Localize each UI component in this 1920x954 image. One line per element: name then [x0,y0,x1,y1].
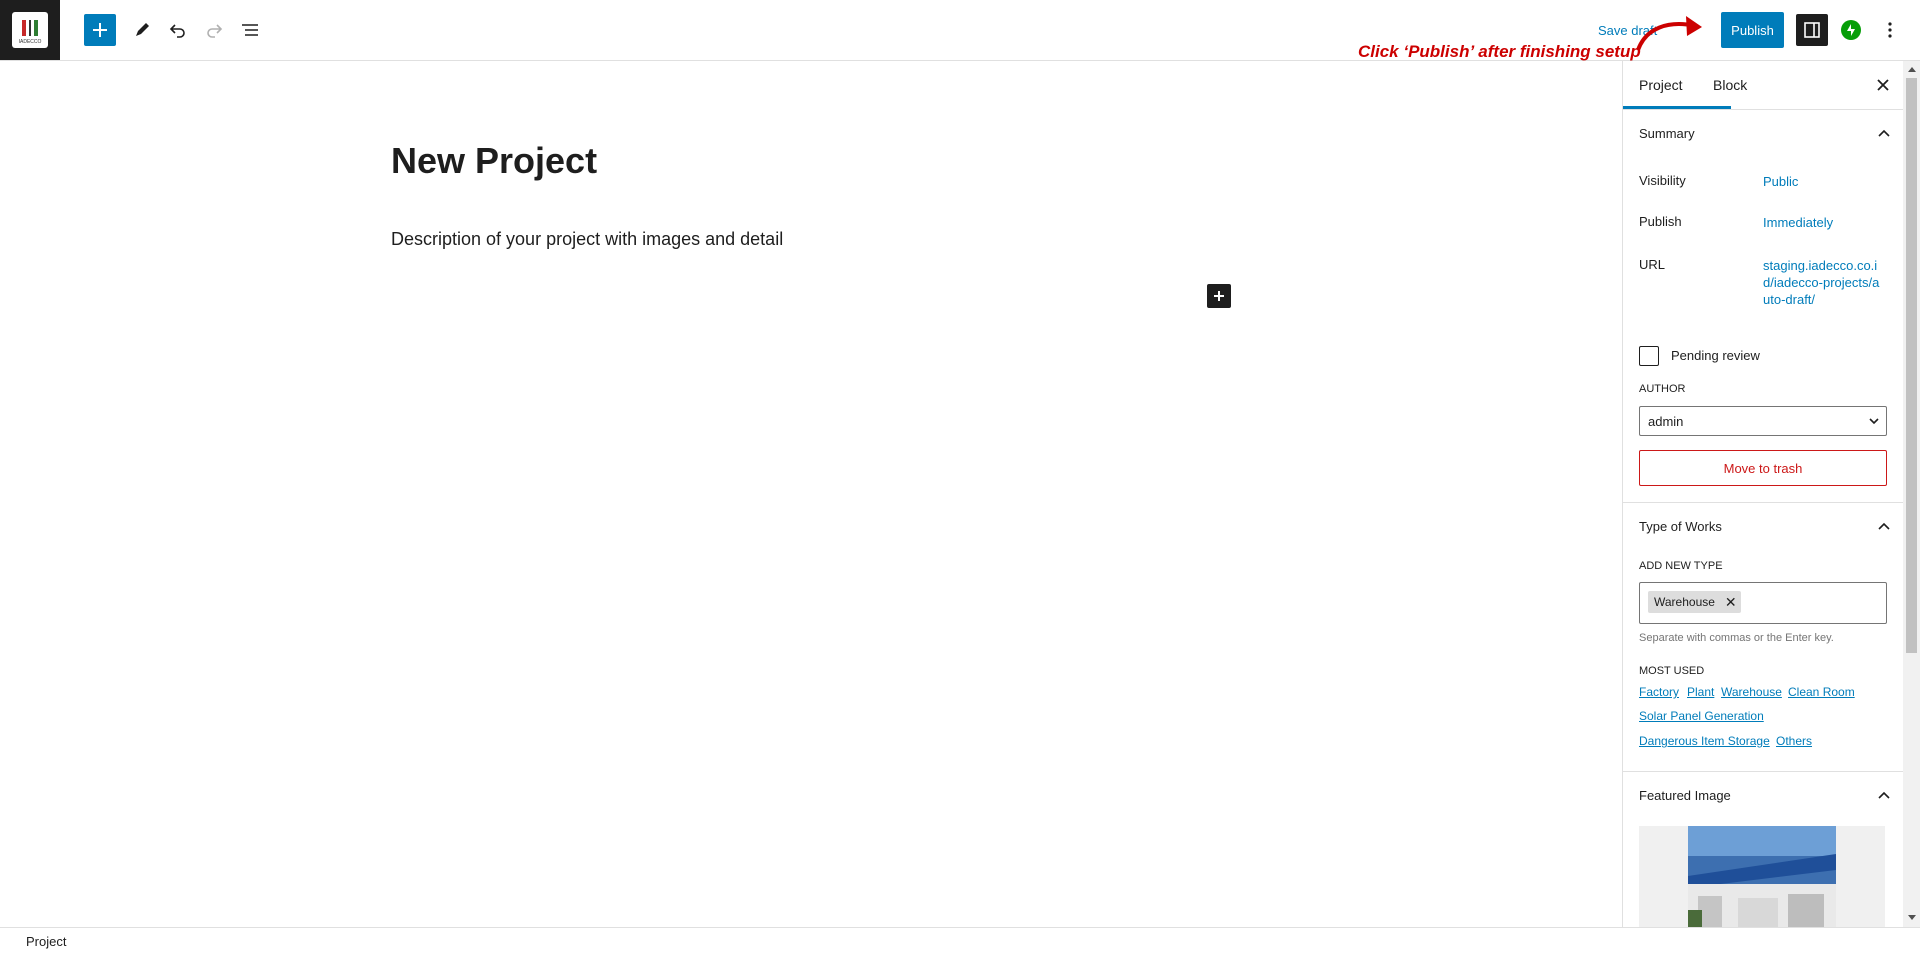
close-icon [1877,79,1889,91]
pending-review-checkbox[interactable] [1639,346,1659,366]
chevron-up-icon [1878,129,1890,137]
site-logo: IADECCO [12,12,48,48]
move-to-trash-button[interactable]: Move to trash [1639,450,1887,486]
chevron-down-icon [1869,418,1879,425]
panel-title: Summary [1639,126,1695,141]
remove-tag-icon[interactable]: ✕ [1725,594,1737,611]
paragraph-block[interactable]: Description of your project with images … [391,229,783,250]
jetpack-icon [1847,24,1855,36]
block-inserter-button[interactable] [1207,284,1231,308]
tag-help-text: Separate with commas or the Enter key. [1639,632,1834,644]
author-value: admin [1648,413,1684,429]
sidebar-toggle-icon [1804,22,1820,38]
type-of-works-panel-header[interactable]: Type of Works [1623,503,1903,551]
scroll-thumb[interactable] [1906,78,1917,653]
options-menu-button[interactable] [1878,14,1902,46]
plus-icon [93,23,107,37]
annotation-arrow [1636,16,1702,51]
publish-date-label: Publish [1639,214,1682,229]
type-tag-input[interactable]: Warehouse ✕ [1639,582,1887,624]
most-used-label: MOST USED [1639,665,1705,677]
scroll-up-arrow[interactable] [1908,67,1916,72]
most-used-term-clean-room[interactable]: Clean Room [1788,685,1855,699]
featured-image-button[interactable] [1639,826,1885,927]
redo-button[interactable] [198,14,230,46]
author-select[interactable]: admin [1639,406,1887,436]
pencil-icon [136,23,149,36]
active-tab-indicator [1623,106,1731,109]
editor-header: IADECCO Save draft Click ‘Publish’ after… [0,0,1920,61]
annotation-text: Click ‘Publish’ after finishing setup [1358,42,1641,61]
most-used-term-warehouse[interactable]: Warehouse [1721,685,1782,699]
undo-button[interactable] [162,14,194,46]
tools-button[interactable] [126,14,158,46]
tag-chip-label: Warehouse [1654,595,1715,609]
more-vertical-icon [1888,22,1892,38]
tab-block[interactable]: Block [1713,77,1747,93]
list-view-icon [242,24,258,36]
pending-review-label[interactable]: Pending review [1671,348,1760,363]
settings-sidebar: Project Block Summary Visibility Public … [1622,61,1903,927]
chevron-up-icon [1878,791,1890,799]
author-label: AUTHOR [1639,383,1686,395]
tag-chip: Warehouse ✕ [1648,591,1741,613]
most-used-term-solar-panel[interactable]: Solar Panel Generation [1639,709,1764,723]
tab-project[interactable]: Project [1639,77,1683,93]
url-label: URL [1639,257,1666,272]
publish-date-toggle[interactable]: Immediately [1763,214,1881,231]
url-link[interactable]: staging.iadecco.co.id/iadecco-projects/a… [1763,257,1881,308]
add-block-button[interactable] [84,14,116,46]
summary-panel-header[interactable]: Summary [1623,110,1903,158]
block-breadcrumb-bar: Project [0,927,1920,954]
most-used-term-plant[interactable]: Plant [1687,685,1714,699]
post-title[interactable]: New Project [391,140,597,182]
redo-icon [207,24,223,38]
site-logo-button[interactable]: IADECCO [0,0,60,60]
most-used-term-dangerous-storage[interactable]: Dangerous Item Storage [1639,734,1770,748]
scroll-down-arrow[interactable] [1908,915,1916,920]
featured-image-thumbnail [1688,826,1836,927]
sidebar-scrollbar[interactable] [1903,61,1920,927]
settings-toggle-button[interactable] [1796,14,1828,46]
visibility-toggle[interactable]: Public [1763,173,1881,190]
chevron-up-icon [1878,522,1890,530]
featured-image-panel-header[interactable]: Featured Image [1623,772,1903,820]
panel-title: Type of Works [1639,519,1722,534]
list-view-button[interactable] [234,14,266,46]
most-used-term-others[interactable]: Others [1776,734,1812,748]
panel-title: Featured Image [1639,788,1731,803]
sidebar-tabs: Project Block [1623,61,1903,110]
logo-text: IADECCO [18,39,42,45]
undo-icon [169,24,185,38]
close-sidebar-button[interactable] [1873,75,1893,95]
breadcrumb-project[interactable]: Project [26,934,66,949]
add-new-type-label: ADD NEW TYPE [1639,560,1723,572]
jetpack-button[interactable] [1841,20,1861,40]
visibility-label: Visibility [1639,173,1686,188]
publish-button[interactable]: Publish [1721,12,1784,48]
plus-icon [1214,291,1224,301]
most-used-term-factory[interactable]: Factory [1639,685,1679,699]
